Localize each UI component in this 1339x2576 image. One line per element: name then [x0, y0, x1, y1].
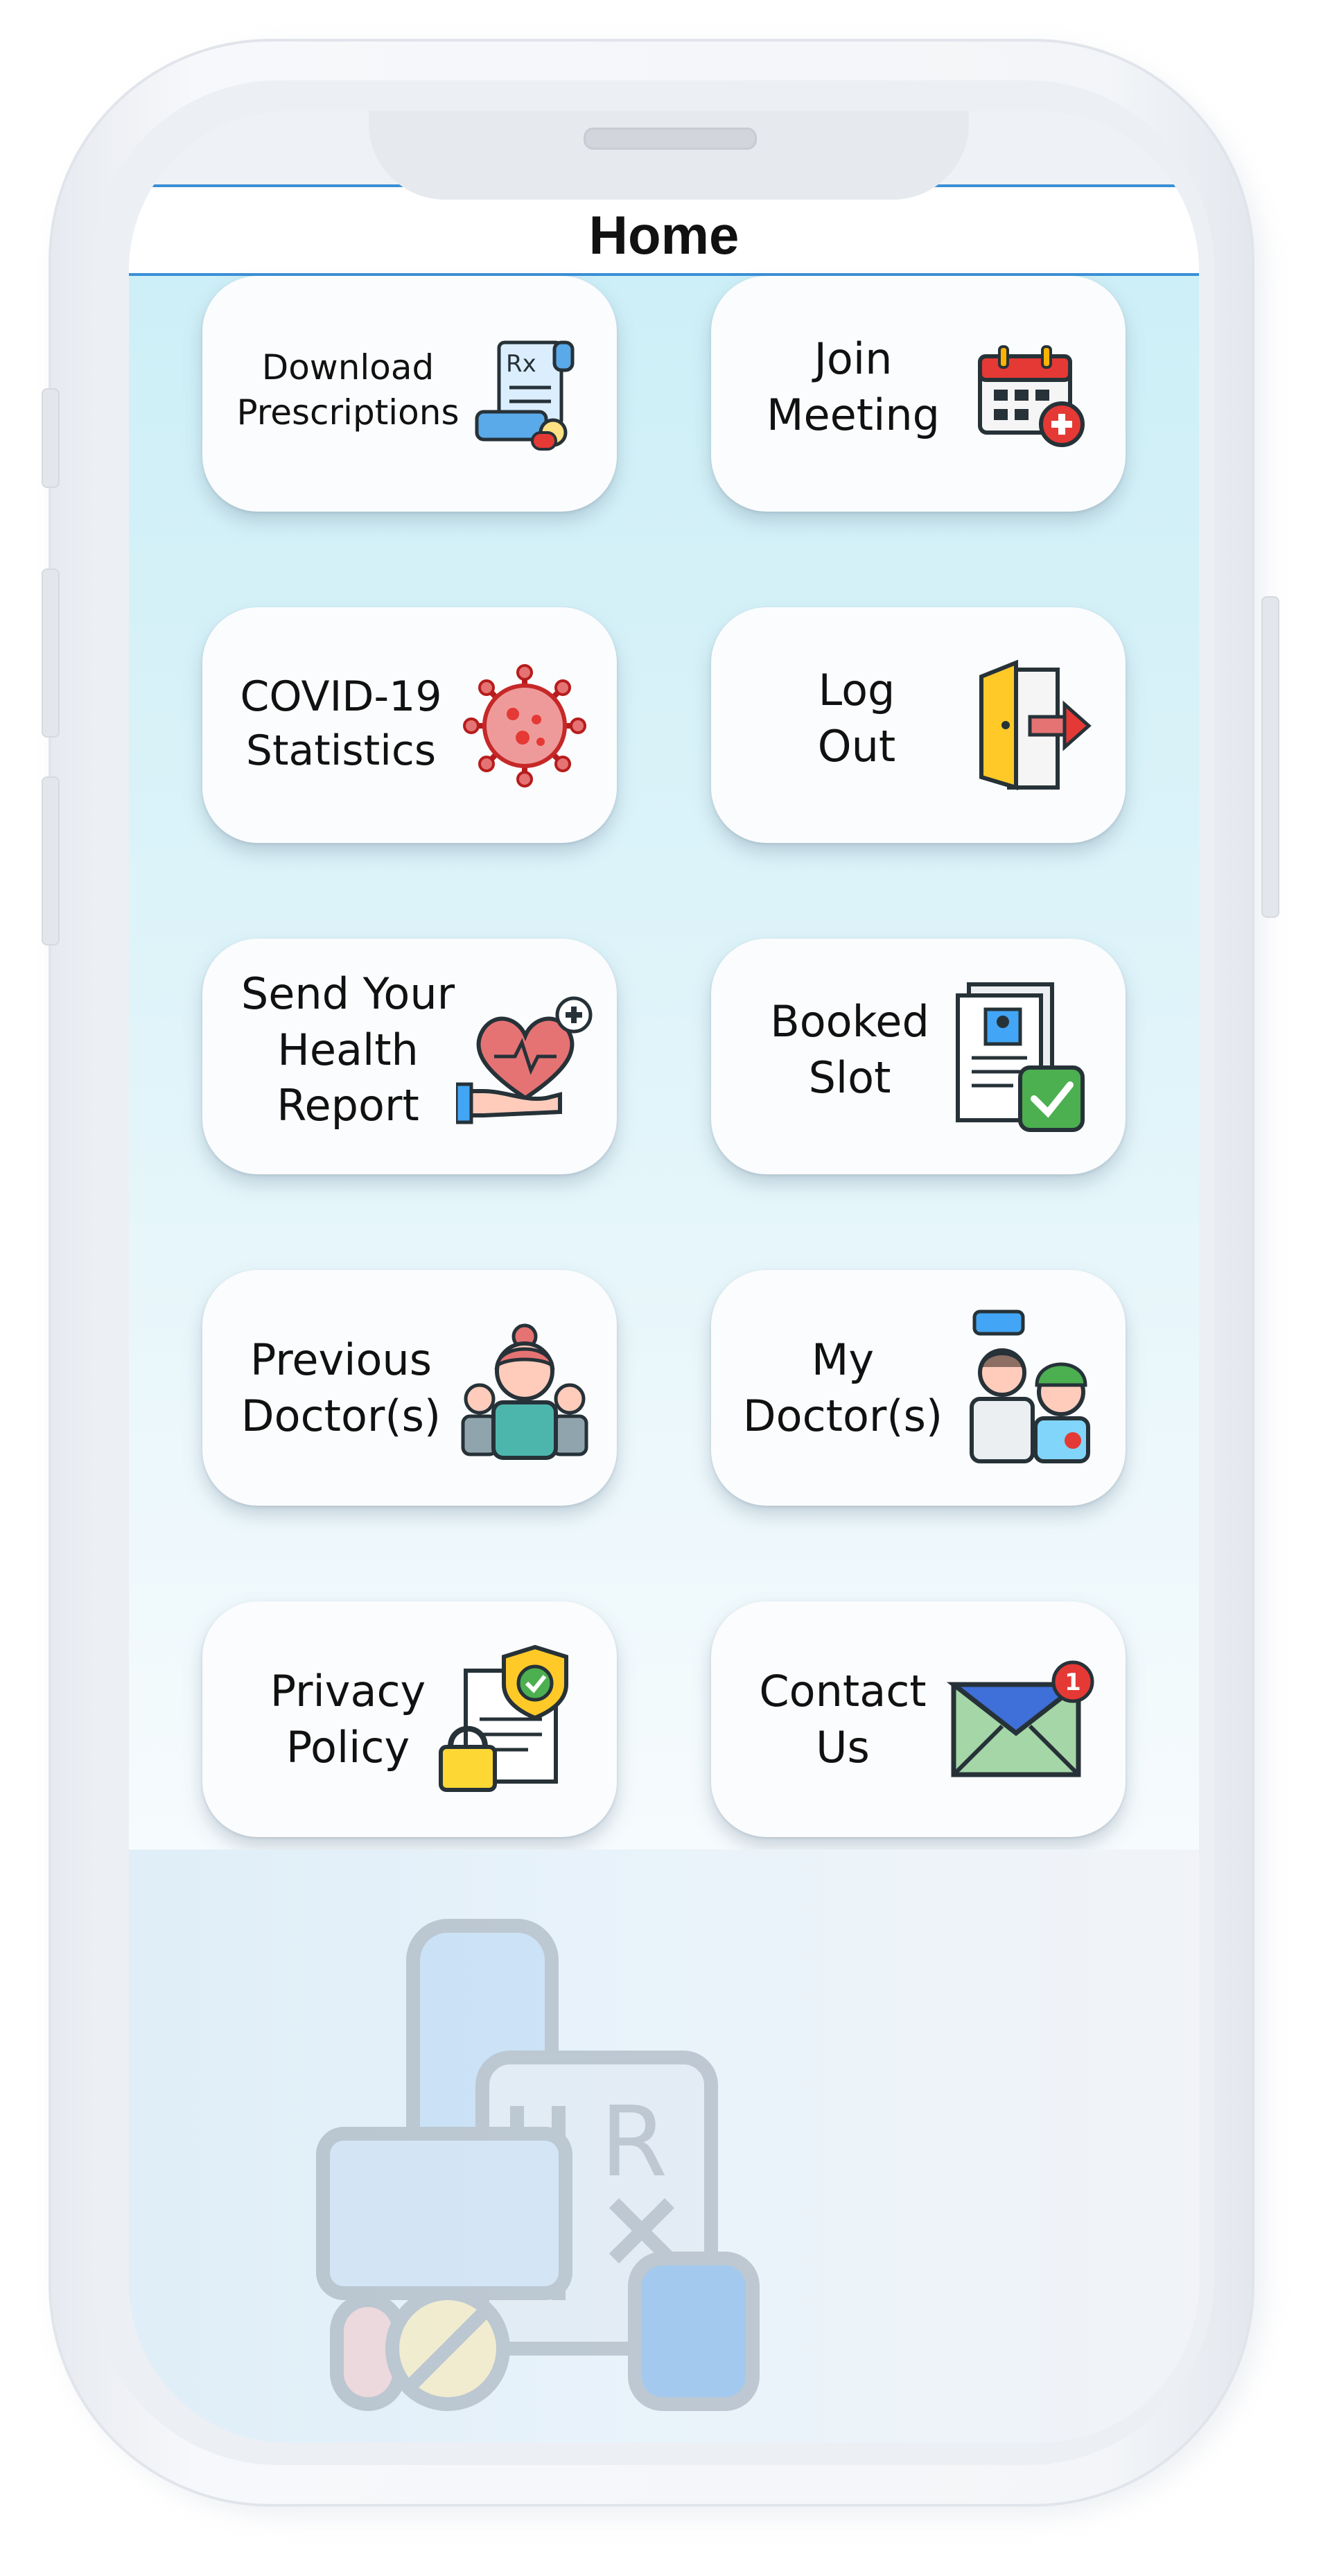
tile-log-out[interactable]: Log Out — [711, 607, 1126, 843]
tile-label: Contact Us — [759, 1666, 927, 1773]
tile-privacy-policy[interactable]: Privacy Policy — [202, 1601, 617, 1837]
tile-covid-statistics[interactable]: COVID-19 Statistics — [202, 607, 617, 843]
tile-label: Booked Slot — [770, 996, 929, 1103]
tile-join-meeting[interactable]: Join Meeting — [711, 276, 1126, 512]
phone-notch — [369, 111, 969, 200]
privacy-shield-icon — [439, 1644, 568, 1792]
page-title: Home — [588, 204, 739, 266]
logout-door-icon — [979, 659, 1092, 791]
tile-booked-slot[interactable]: Booked Slot — [711, 939, 1126, 1174]
tile-label: My Doctor(s) — [742, 1334, 943, 1441]
tile-label: Join Meeting — [767, 333, 940, 440]
mail-badge-count: 1 — [1065, 1669, 1081, 1696]
menu-grid: Download Prescriptions Rx Join Meeting C… — [129, 276, 1199, 1850]
doctor-patient-icon — [970, 1309, 1090, 1463]
calendar-add-icon — [978, 345, 1085, 447]
svg-text:R: R — [600, 2086, 667, 2199]
heart-hand-icon — [456, 996, 593, 1124]
tile-download-prescriptions[interactable]: Download Prescriptions Rx — [202, 276, 617, 512]
tile-contact-us[interactable]: Contact Us 1 — [711, 1601, 1126, 1837]
tile-my-doctors[interactable]: My Doctor(s) — [711, 1270, 1126, 1506]
tile-label: Download Prescriptions — [236, 347, 460, 433]
mail-notification-icon: 1 — [947, 1660, 1094, 1777]
side-button-volume-up — [42, 568, 60, 738]
tile-label: Previous Doctor(s) — [240, 1334, 441, 1441]
doctors-group-icon — [461, 1323, 588, 1460]
side-button-power — [1261, 596, 1279, 918]
prescription-watermark-icon: R — [316, 1919, 760, 2411]
side-button-mute — [42, 388, 60, 488]
app-screen: Home Download Prescriptions Rx Join Meet… — [129, 111, 1199, 2443]
watermark-area: R — [129, 1850, 1199, 2443]
prescription-icon: Rx — [475, 340, 575, 451]
tile-label: COVID-19 Statistics — [240, 672, 442, 775]
tile-label: Privacy Policy — [270, 1666, 426, 1773]
tile-label: Send Your Health Report — [240, 968, 455, 1131]
tile-send-health-report[interactable]: Send Your Health Report — [202, 939, 617, 1174]
svg-text:Rx: Rx — [506, 350, 536, 378]
document-check-icon — [956, 982, 1085, 1132]
virus-icon — [463, 664, 586, 787]
tile-previous-doctors[interactable]: Previous Doctor(s) — [202, 1270, 617, 1506]
tile-label: Log Out — [817, 665, 896, 772]
phone-speaker — [584, 128, 757, 150]
side-button-volume-down — [42, 776, 60, 946]
